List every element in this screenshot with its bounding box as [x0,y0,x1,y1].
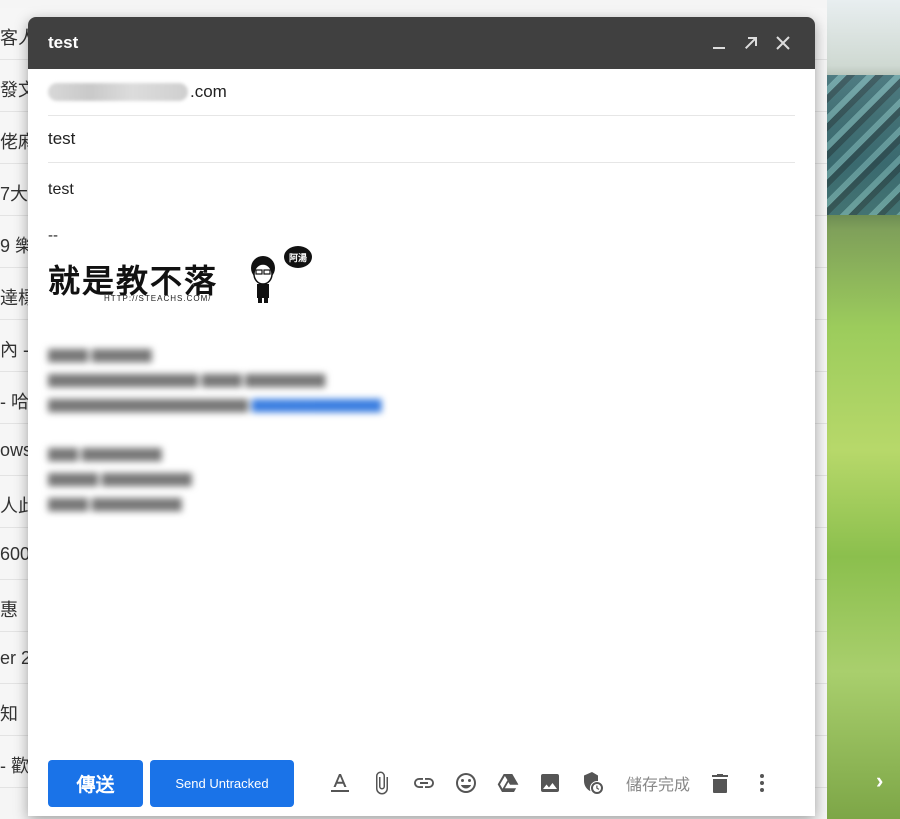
compose-window: test .com test test -- 就是教不落 HTTP://STEA… [28,17,815,816]
next-arrow-icon[interactable]: › [876,768,883,794]
expand-icon[interactable] [739,31,763,55]
compose-title: test [48,33,79,52]
inbox-row-text: 惠 [0,600,18,620]
background-photo-strap [827,75,900,215]
more-options-icon[interactable] [746,767,778,799]
inbox-row-text: 7大 [0,184,29,204]
compose-titlebar[interactable]: test [28,17,815,69]
drive-icon[interactable] [492,767,524,799]
redacted-email [48,83,188,101]
signature-avatar-icon [251,256,275,303]
inbox-row-text: er 2 [0,648,32,668]
trash-icon[interactable] [704,767,736,799]
recipients-field[interactable]: .com [48,69,795,116]
body-text: test [48,181,74,198]
send-button[interactable]: 傳送 [48,759,143,807]
save-status: 儲存完成 [626,777,691,794]
compose-toolbar: 傳送 Send Untracked 儲存完成 [28,750,815,816]
subject-text: test [48,129,76,148]
minimize-icon[interactable] [707,31,731,55]
confidential-mode-icon[interactable] [576,767,608,799]
subject-field[interactable]: test [48,116,795,163]
signature-logo-url: HTTP://STEACHS.COM/ [104,294,212,303]
inbox-row-text: - 歡 [0,756,29,776]
send-untracked-button[interactable]: Send Untracked [150,759,294,807]
message-body[interactable]: test -- 就是教不落 HTTP://STEACHS.COM/ 阿湯 ▇▇▇… [28,163,815,516]
recipient-domain: .com [190,82,227,101]
close-icon[interactable] [771,31,795,55]
background-photo [827,0,900,819]
photo-icon[interactable] [534,767,566,799]
inbox-row-text: 600 [0,544,31,564]
attach-icon[interactable] [366,767,398,799]
signature-logo: 就是教不落 HTTP://STEACHS.COM/ 阿湯 [48,246,328,308]
inbox-row-text: 內 - [0,340,29,360]
inbox-row-text: 知 [0,704,18,724]
emoji-icon[interactable] [450,767,482,799]
formatting-icon[interactable] [324,767,356,799]
signature-separator: -- [48,227,58,244]
redacted-signature-details: ▇▇▇▇ ▇▇▇▇▇▇ ▇▇▇▇▇▇▇▇▇▇▇▇▇▇▇ ▇▇▇▇ ▇▇▇▇▇▇▇… [48,347,382,511]
link-icon[interactable] [408,767,440,799]
signature-bubble: 阿湯 [284,246,312,268]
inbox-row-text: - 哈 [0,392,29,412]
